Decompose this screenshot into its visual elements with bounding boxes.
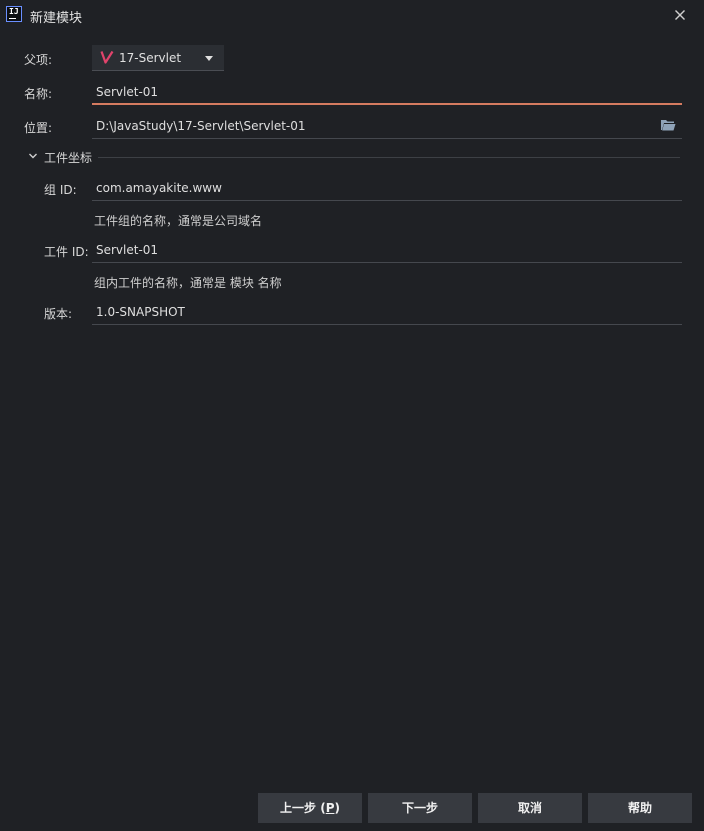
chevron-down-icon[interactable] <box>28 151 38 161</box>
group-id-label: 组 ID: <box>44 183 77 197</box>
app-icon-text: IJ <box>9 7 19 16</box>
next-button[interactable]: 下一步 <box>368 793 472 823</box>
location-value: D:\JavaStudy\17-Servlet\Servlet-01 <box>96 119 306 133</box>
artifact-coordinates-section: 工件坐标 <box>24 148 682 166</box>
artifact-id-input[interactable]: Servlet-01 <box>92 239 682 263</box>
version-input[interactable]: 1.0-SNAPSHOT <box>92 301 682 325</box>
artifact-id-hint: 组内工件的名称，通常是 模块 名称 <box>94 276 282 290</box>
intellij-app-icon: IJ <box>6 6 22 22</box>
section-divider <box>98 157 680 158</box>
module-v-icon <box>100 50 114 64</box>
group-id-input[interactable]: com.amayakite.www <box>92 177 682 201</box>
folder-icon <box>661 120 676 131</box>
group-id-hint: 工件组的名称，通常是公司域名 <box>94 214 263 228</box>
name-value: Servlet-01 <box>96 85 159 99</box>
location-input[interactable]: D:\JavaStudy\17-Servlet\Servlet-01 <box>92 115 682 139</box>
chevron-down-icon <box>205 56 213 61</box>
parent-label: 父项: <box>24 53 53 67</box>
group-id-value: com.amayakite.www <box>96 181 222 195</box>
title-bar: IJ 新建模块 <box>0 0 704 30</box>
version-value: 1.0-SNAPSHOT <box>96 305 185 319</box>
artifact-id-label: 工件 ID: <box>44 245 89 259</box>
previous-button-suffix: ) <box>334 801 340 815</box>
parent-dropdown[interactable]: 17-Servlet <box>92 45 224 71</box>
name-label: 名称: <box>24 87 53 101</box>
name-input[interactable]: Servlet-01 <box>92 81 682 105</box>
new-module-dialog: IJ 新建模块 父项: 17-Servlet 名称: Servlet-01 位置… <box>0 0 704 831</box>
browse-folder-button[interactable] <box>660 118 680 134</box>
previous-button[interactable]: 上一步 (P) <box>258 793 362 823</box>
location-label: 位置: <box>24 121 53 135</box>
help-button[interactable]: 帮助 <box>588 793 692 823</box>
cancel-button[interactable]: 取消 <box>478 793 582 823</box>
close-button[interactable] <box>668 3 692 27</box>
parent-value: 17-Servlet <box>119 51 182 65</box>
window-title: 新建模块 <box>30 11 83 26</box>
version-label: 版本: <box>44 307 73 321</box>
artifact-id-value: Servlet-01 <box>96 243 159 257</box>
close-icon <box>675 10 685 20</box>
previous-button-label: 上一步 ( <box>280 801 326 815</box>
section-title: 工件坐标 <box>44 151 93 165</box>
